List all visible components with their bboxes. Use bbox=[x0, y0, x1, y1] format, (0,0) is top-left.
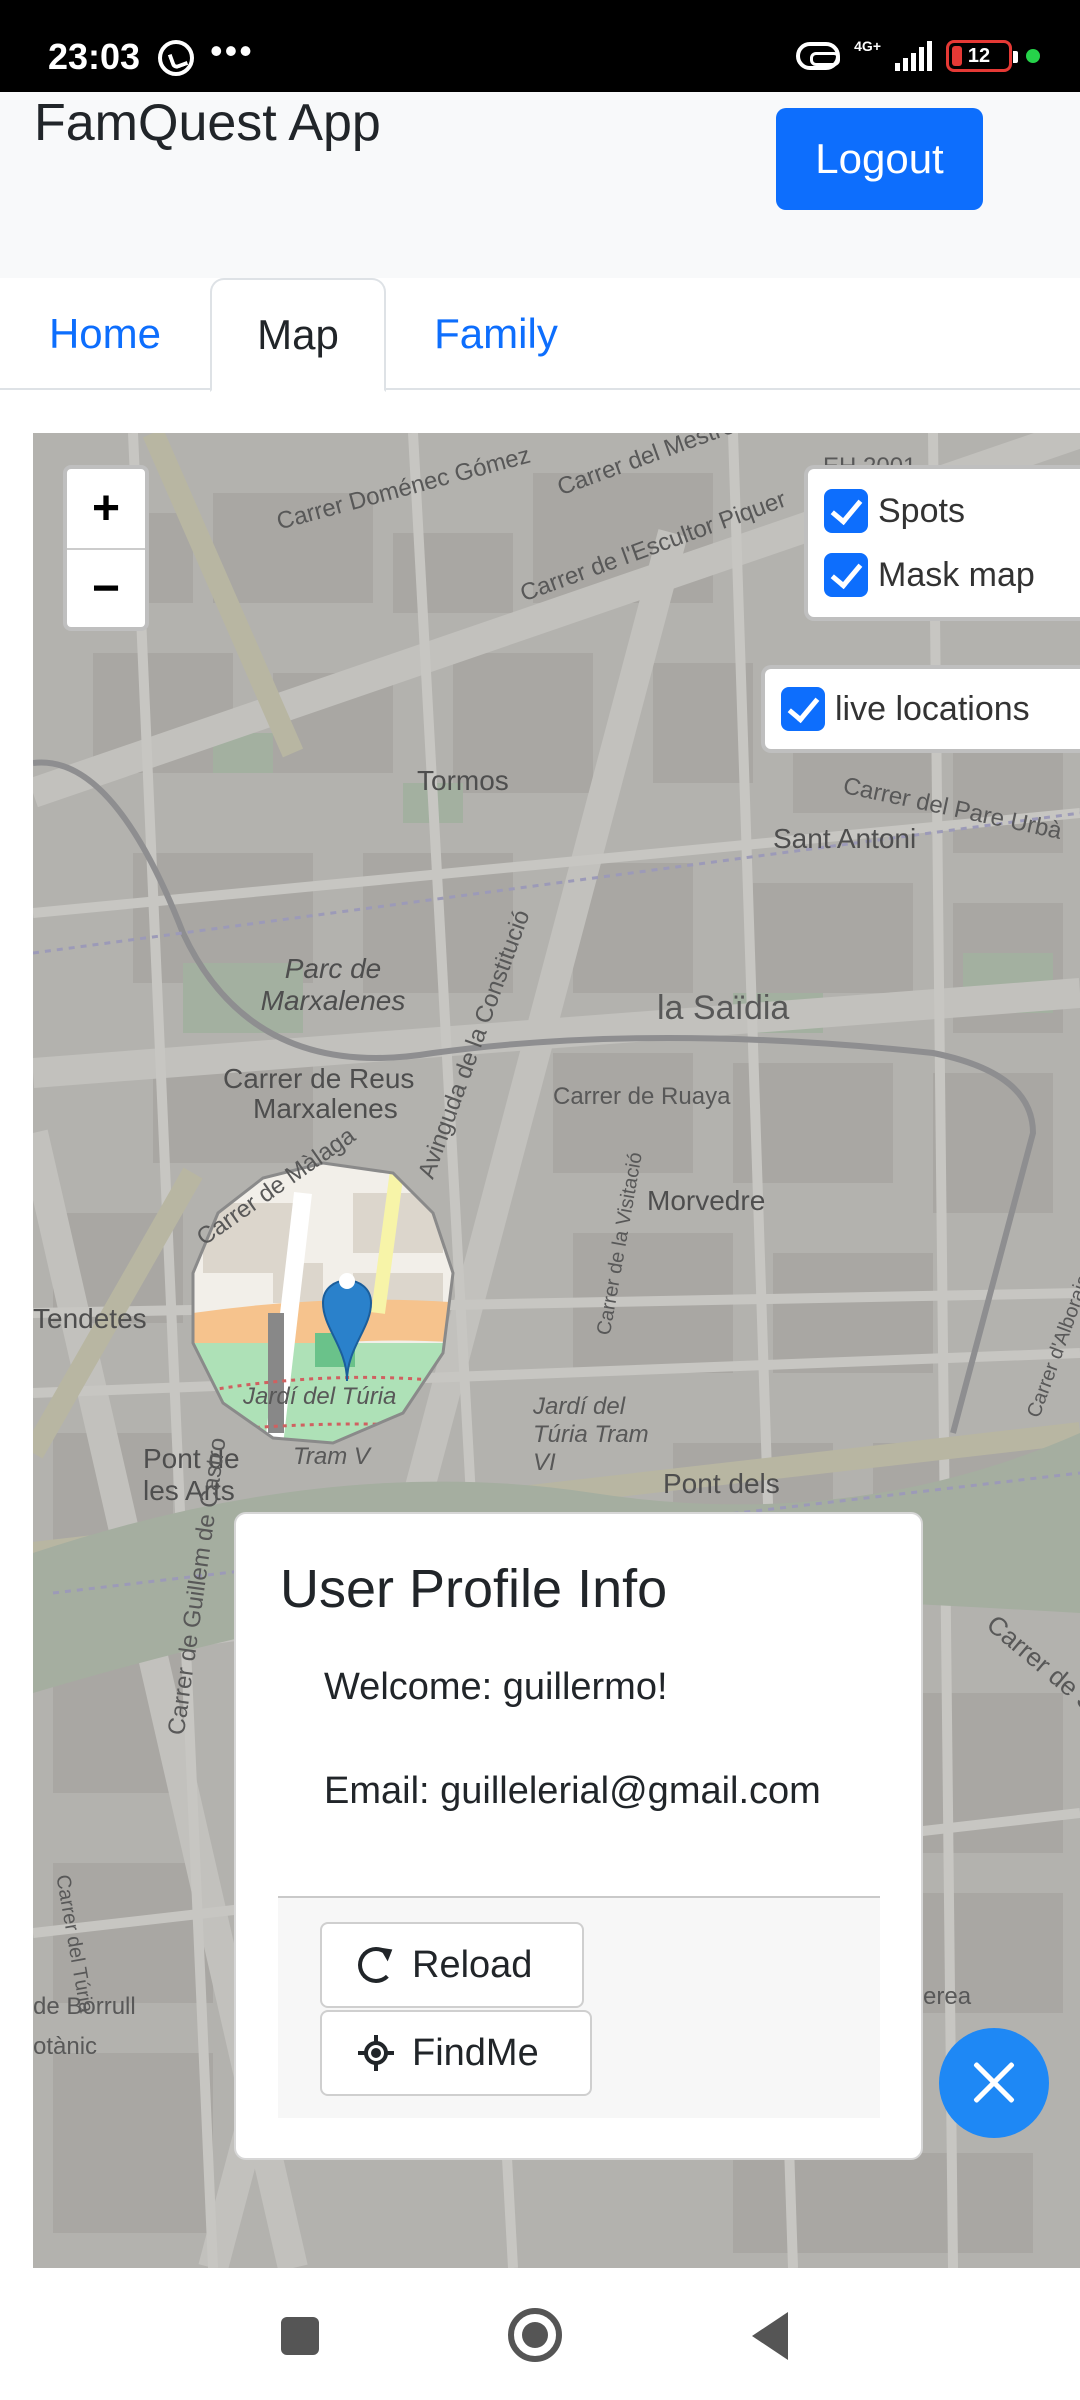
tab-bar: Home Map Family bbox=[0, 278, 1080, 392]
spots-toggle[interactable]: Spots bbox=[824, 479, 1074, 543]
zoom-out-button[interactable]: − bbox=[67, 548, 145, 627]
mask-map-checkbox[interactable] bbox=[824, 553, 868, 597]
close-fab-button[interactable] bbox=[939, 2028, 1049, 2138]
profile-title: User Profile Info bbox=[280, 1559, 668, 1619]
live-locations-checkbox[interactable] bbox=[781, 687, 825, 731]
link-icon bbox=[796, 42, 841, 70]
battery-level: 12 bbox=[967, 44, 991, 67]
signal-icon bbox=[895, 41, 932, 71]
reload-label: Reload bbox=[412, 1943, 533, 1986]
user-profile-card: User Profile Info Welcome: guillermo! Em… bbox=[234, 1512, 923, 2160]
status-time: 23:03 bbox=[48, 36, 141, 77]
zoom-control: + − bbox=[63, 465, 149, 631]
findme-label: FindMe bbox=[412, 2031, 539, 2074]
zoom-in-button[interactable]: + bbox=[67, 469, 145, 548]
map-label: Parc de Marxalenes bbox=[260, 953, 406, 1016]
findme-button[interactable]: FindMe bbox=[320, 2010, 592, 2096]
recents-icon[interactable] bbox=[281, 2317, 319, 2355]
map-label: Tendetes bbox=[33, 1303, 147, 1334]
tab-home[interactable]: Home bbox=[0, 278, 210, 390]
tab-map[interactable]: Map bbox=[210, 278, 386, 392]
crosshair-icon bbox=[358, 2035, 394, 2071]
reload-button[interactable]: Reload bbox=[320, 1922, 584, 2008]
live-locations-label: live locations bbox=[835, 689, 1030, 728]
map-label: Carrer de Ruaya bbox=[553, 1083, 731, 1110]
spots-label: Spots bbox=[878, 491, 965, 530]
map-label: Carrer de Reus bbox=[223, 1063, 415, 1094]
live-locations-control: live locations bbox=[761, 665, 1080, 753]
privacy-indicator-icon bbox=[1026, 49, 1040, 63]
map-label: Pont dels bbox=[663, 1468, 780, 1499]
spots-checkbox[interactable] bbox=[824, 489, 868, 533]
mask-map-label: Mask map bbox=[878, 555, 1035, 594]
mask-map-toggle[interactable]: Mask map bbox=[824, 543, 1074, 607]
map-label: Jardí del Túria bbox=[243, 1383, 397, 1410]
more-dots-icon: ••• bbox=[210, 30, 254, 71]
network-label: 4G+ bbox=[854, 38, 881, 54]
map-label: la Saïdia bbox=[657, 989, 790, 1027]
map-label: Sant Antoni bbox=[773, 823, 917, 854]
reload-icon bbox=[358, 1947, 394, 1983]
map-label: Tram V bbox=[293, 1443, 370, 1470]
status-icons: 4G+ 12 bbox=[796, 36, 1040, 76]
map-label: erea bbox=[923, 1983, 972, 2010]
battery-icon: 12 bbox=[946, 40, 1018, 72]
map-label: Morvedre bbox=[647, 1185, 766, 1216]
map-label: otànic bbox=[33, 2033, 98, 2060]
app-header: FamQuest App Logout bbox=[0, 92, 1080, 278]
map-label: de Borrull bbox=[33, 1993, 136, 2020]
tab-family[interactable]: Family bbox=[396, 278, 596, 390]
app-title: FamQuest App bbox=[34, 94, 381, 152]
live-locations-toggle[interactable]: live locations bbox=[781, 677, 1071, 741]
map-label: Tormos bbox=[417, 765, 509, 796]
whatsapp-icon bbox=[158, 40, 194, 76]
home-icon[interactable] bbox=[508, 2308, 562, 2362]
map-label: Jardí del Túria Tram VI bbox=[533, 1393, 649, 1476]
map-label: Marxalenes bbox=[253, 1093, 398, 1124]
profile-welcome: Welcome: guillermo! bbox=[324, 1666, 668, 1708]
profile-email: Email: guillelerial@gmail.com bbox=[324, 1770, 821, 1812]
logout-button[interactable]: Logout bbox=[776, 108, 983, 210]
system-nav-bar bbox=[0, 2268, 1080, 2400]
profile-actions: Reload FindMe bbox=[278, 1896, 880, 2118]
back-icon[interactable] bbox=[752, 2312, 788, 2360]
layer-control: Spots Mask map bbox=[804, 465, 1080, 621]
status-bar: 23:03 ••• 4G+ 12 bbox=[0, 0, 1080, 92]
